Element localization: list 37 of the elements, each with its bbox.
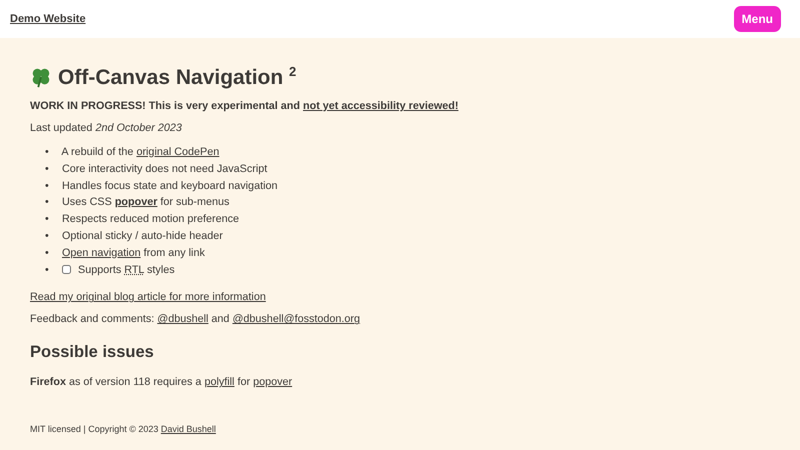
blog-link[interactable]: Read my original blog article for more information xyxy=(30,291,266,304)
bullet: • xyxy=(45,212,50,228)
section-heading: Possible issues xyxy=(30,343,155,362)
link[interactable]: @dbushell xyxy=(157,313,208,326)
page-heading: Off-Canvas Navigation $^{2}$ xyxy=(58,64,296,90)
link[interactable]: Open navigation xyxy=(62,246,141,259)
checkbox[interactable] xyxy=(62,264,71,274)
bullet: • xyxy=(45,145,50,160)
bullet: • xyxy=(45,246,50,261)
link[interactable]: popover xyxy=(253,376,292,388)
link[interactable]: original CodePen xyxy=(136,146,220,158)
link[interactable]: popover xyxy=(114,196,158,208)
site-title-link[interactable]: Demo Website xyxy=(10,13,86,25)
bullet: • xyxy=(45,162,50,177)
bullet: • xyxy=(45,262,50,278)
bullet: • xyxy=(45,228,50,244)
feature-text: Supports RTL styles xyxy=(78,264,175,276)
menu-button[interactable]: Menu xyxy=(734,6,781,32)
bullet: • xyxy=(45,195,50,210)
feature-text: Uses CSS popover for sub-menus xyxy=(62,196,230,208)
link[interactable]: @dbushell@fosstodon.org xyxy=(232,313,360,326)
clover-icon xyxy=(30,66,52,88)
footer-text: MIT licensed | Copyright © 2023 David Bushell xyxy=(30,424,217,434)
feature-text: Optional sticky / auto-hide header xyxy=(62,230,223,242)
feature-text: A rebuild of the original CodePen xyxy=(61,146,220,158)
updated-text: Last updated 2nd October 2023 xyxy=(30,122,183,134)
link[interactable]: polyfill xyxy=(204,376,234,388)
feature-text: Core interactivity does not need JavaScript xyxy=(62,162,268,175)
feedback-text: Feedback and comments: @dbushell and @dbushell@fosstodon.org xyxy=(30,313,362,326)
feature-text: Respects reduced motion preference xyxy=(62,213,240,226)
issue-text: Firefox as of version 118 requires a polyfill for popover xyxy=(30,376,294,388)
feature-text: Handles focus state and keyboard navigation xyxy=(62,180,278,192)
link[interactable]: David Bushell xyxy=(160,424,216,434)
feature-text: Open navigation from any link xyxy=(62,246,205,259)
notice-text: WORK IN PROGRESS! This is very experimental and not yet accessibility reviewed! xyxy=(30,100,460,112)
link[interactable]: not yet accessibility reviewed! xyxy=(303,100,458,112)
bullet: • xyxy=(45,178,50,194)
